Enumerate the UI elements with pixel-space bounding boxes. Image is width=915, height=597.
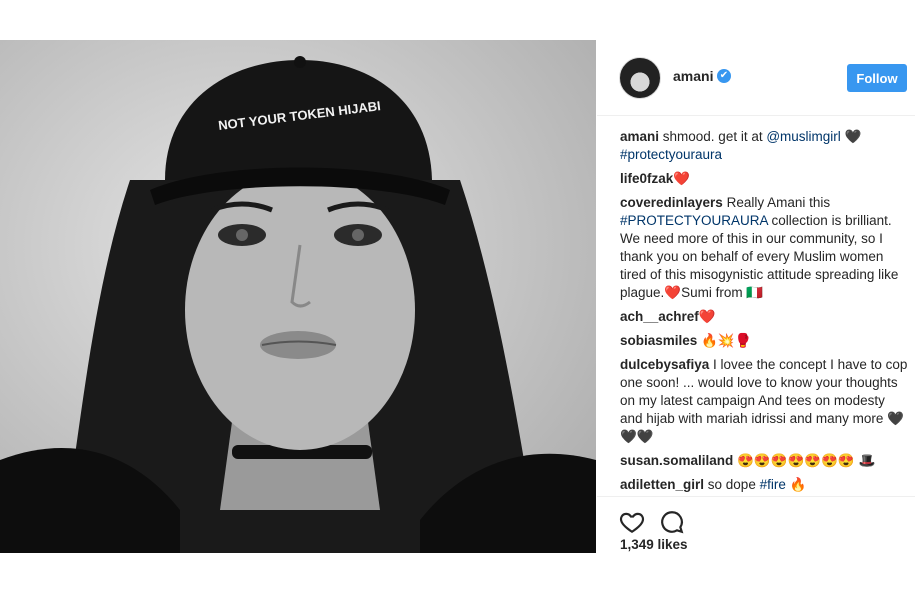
verified-badge-icon: ✔ — [717, 69, 731, 83]
comments-list: amani shmood. get it at @muslimgirl 🖤 #p… — [620, 128, 908, 500]
comment-item: amani shmood. get it at @muslimgirl 🖤 #p… — [620, 128, 908, 164]
comment-item: susan.somaliland 😍😍😍😍😍😍😍 🎩 — [620, 452, 908, 470]
comment-item: dulcebysafiya I lovee the concept I have… — [620, 356, 908, 446]
mention-link[interactable]: @muslimgirl — [766, 129, 840, 144]
comment-text: so dope — [704, 477, 760, 492]
comment-text: 🔥 — [785, 477, 807, 492]
comment-username[interactable]: ach__achref — [620, 309, 699, 324]
hashtag-link[interactable]: #PROTECTYOURAURA — [620, 213, 768, 228]
comment-username[interactable]: dulcebysafiya — [620, 357, 709, 372]
comment-item: coveredinlayers Really Amani this #PROTE… — [620, 194, 908, 302]
post-header: amani ✔ Follow — [597, 40, 915, 116]
comment-text: 🖤 — [840, 129, 862, 144]
comment-bubble-icon[interactable] — [659, 509, 685, 535]
comment-username[interactable]: coveredinlayers — [620, 195, 723, 210]
comment-text: ❤️ — [673, 171, 691, 186]
likes-count[interactable]: 1,349 likes — [620, 537, 688, 552]
hashtag-link[interactable]: #protectyouraura — [620, 147, 722, 162]
post-side-panel: amani ✔ Follow amani shmood. get it at @… — [597, 40, 915, 597]
hashtag-link[interactable]: #fire — [760, 477, 786, 492]
post-photo[interactable]: NOT YOUR TOKEN HIJABI — [0, 40, 596, 553]
comment-text: shmood. get it at — [659, 129, 767, 144]
comment-text: 🔥💥🥊 — [697, 333, 752, 348]
comment-username[interactable]: amani — [620, 129, 659, 144]
comment-text: 😍😍😍😍😍😍😍 🎩 — [733, 453, 876, 468]
heart-icon[interactable] — [619, 509, 645, 535]
comment-username[interactable]: life0fzak — [620, 171, 673, 186]
comment-item: ach__achref❤️ — [620, 308, 908, 326]
follow-button[interactable]: Follow — [847, 64, 907, 92]
comment-text: Really Amani this — [722, 195, 831, 210]
comment-username[interactable]: susan.somaliland — [620, 453, 733, 468]
username[interactable]: amani — [673, 68, 713, 84]
comment-item: sobiasmiles 🔥💥🥊 — [620, 332, 908, 350]
comment-item: life0fzak❤️ — [620, 170, 908, 188]
avatar[interactable] — [619, 57, 661, 99]
comment-item: adiletten_girl so dope #fire 🔥 — [620, 476, 908, 494]
comment-username[interactable]: adiletten_girl — [620, 477, 704, 492]
comment-username[interactable]: sobiasmiles — [620, 333, 697, 348]
comment-text: ❤️ — [698, 309, 716, 324]
